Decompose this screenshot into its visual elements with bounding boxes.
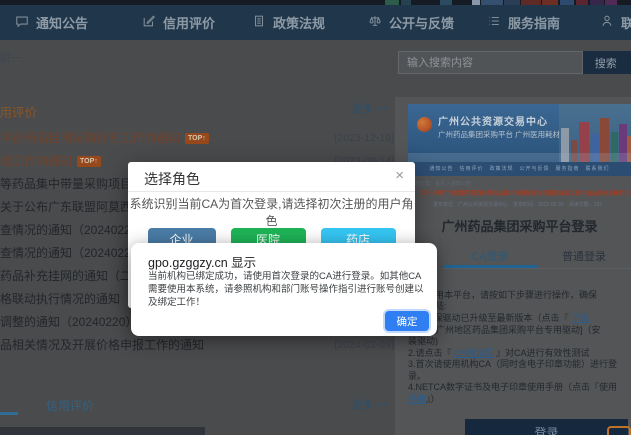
alert-confirm-button[interactable]: 确定 xyxy=(385,311,429,331)
nav-item-label: 公开与反馈 xyxy=(389,13,454,32)
alert-source: gpo.gzggzy.cn 显示 xyxy=(148,252,256,271)
alert-message: 当前机构已绑定成功，请使用首次登录的CA进行登录。如其他CA需要使用本系统，请参… xyxy=(148,270,430,309)
nav-item-label: 联系我们 xyxy=(621,13,631,32)
inline-link[interactable]: CA测试页 xyxy=(454,348,494,358)
list-item[interactable]: 品相关情况及开展价格申报工作的通知 [2024-02-09] xyxy=(0,334,396,357)
banner-breadcrumb: 当前位置：首页 > 通知公告 xyxy=(410,180,471,187)
notice-date: [2023-12-19] xyxy=(334,127,394,150)
notice-date: [2024-02-09] xyxy=(334,334,394,357)
edit-icon xyxy=(142,14,156,31)
notice-title: 调整的通知（20240220） xyxy=(0,315,137,329)
nav-item-policy[interactable]: 政策法规 xyxy=(252,5,325,40)
login-button[interactable]: 登录 xyxy=(465,419,628,435)
nav-item-notices[interactable]: 通知公告 xyxy=(15,5,88,40)
document-icon xyxy=(252,14,266,31)
skyline-graphic xyxy=(559,104,631,162)
login-welcome-text: 欢迎使用本平台，请按如下步骤进行操作，确保正常登陆: xyxy=(408,290,631,311)
nav-item-label: 通知公告 xyxy=(36,13,88,32)
nav-item-label: 政策法规 xyxy=(273,13,325,32)
notice-title: 药品补充挂网的通知（二） xyxy=(0,269,144,283)
notice-title: 动工作的通知 xyxy=(0,154,72,168)
inline-link[interactable]: 手册 xyxy=(408,394,426,404)
close-icon[interactable]: × xyxy=(395,167,404,184)
nav-item-feedback[interactable]: 公开与反馈 xyxy=(368,5,454,40)
nav-item-label: 信用评价 xyxy=(163,13,215,32)
login-instructions: 1.请确保驱动已升级至最新版本（点击『 下载选择[9.广州地区药品集团采购平台专… xyxy=(408,313,631,405)
banner-publish-info: 发布单位：广州公共资源交易中心 发布时间：2022-05-30 阅读次数：193 xyxy=(433,201,602,208)
modal-message: 系统识别当前CA为首次登录,请选择初次注册的用户角色 xyxy=(128,195,415,229)
nav-item-contact[interactable]: 联系我们 xyxy=(600,5,631,40)
notice-title: 品相关情况及开展价格申报工作的通知 xyxy=(0,338,204,352)
search-bar: 搜索 xyxy=(398,51,631,74)
notices-more-link[interactable]: 更多 >> xyxy=(352,101,388,116)
site-logo-icon xyxy=(417,117,432,132)
floating-corner-button[interactable] xyxy=(607,426,631,435)
scales-icon xyxy=(368,14,382,31)
banner-mini-navbar: 通知公告 信用评价 政策法规 公开与反馈 服务指南 联系我们 xyxy=(408,162,631,176)
list-item[interactable]: 平台药品挂网采购报名工作的通知 TOP↑ [2023-12-19] xyxy=(0,127,396,150)
clipped-list-item[interactable] xyxy=(0,427,205,435)
main-navbar: 通知公告 信用评价 政策法规 公开与反馈 服务指南 联系我们 xyxy=(0,5,631,40)
list-icon xyxy=(487,14,501,31)
notice-title: 平台药品挂网采购报名工作的通知 xyxy=(0,131,180,145)
tab-ca-login[interactable]: CA登录 xyxy=(443,248,537,268)
notice-section-title: 信用评价 xyxy=(0,102,37,121)
login-tabs: CA登录 普通登录 xyxy=(443,248,631,269)
login-title: 广州药品集团采购平台登录 xyxy=(408,216,631,235)
nav-item-credit[interactable]: 信用评价 xyxy=(142,5,215,40)
notice-title: 查情况的通知（20240227批 xyxy=(0,246,149,260)
separator: | xyxy=(104,397,107,411)
banner-notice-title[interactable]: 关于开展广东联盟阿莫西林等药品集中带量采购协议期满接续工作中选品种信息维护工作的… xyxy=(421,189,631,197)
person-icon xyxy=(600,14,614,31)
banner-org-title: 广州公共资源交易中心 xyxy=(438,113,548,128)
inline-link[interactable]: 下载 xyxy=(571,313,589,323)
browser-alert-dialog: gpo.gzggzy.cn 显示 当前机构已绑定成功，请使用首次登录的CA进行登… xyxy=(131,243,437,336)
search-button[interactable]: 搜索 xyxy=(583,51,631,74)
tab-normal-login[interactable]: 普通登录 xyxy=(537,248,631,268)
search-input[interactable] xyxy=(398,51,583,74)
credit-more-link[interactable]: 更多 >> xyxy=(352,397,388,412)
separator: | xyxy=(30,397,33,411)
modal-title: 选择角色 xyxy=(144,169,200,189)
chat-bubble-icon xyxy=(15,14,29,31)
notice-title: 查情况的通知（20240229批 xyxy=(0,223,149,237)
top-badge: TOP↑ xyxy=(185,133,209,144)
weekday-label: 星期一 xyxy=(0,49,22,66)
site-banner: 广州公共资源交易中心 广州药品集团采购平台 广州医用耗材采购交易平台 xyxy=(408,104,631,162)
nav-item-label: 服务指南 xyxy=(508,13,560,32)
nav-item-guide[interactable]: 服务指南 xyxy=(487,5,560,40)
screen: 通知公告 信用评价 政策法规 公开与反馈 服务指南 联系我们 星期一 搜索 信用… xyxy=(0,0,631,435)
top-badge: TOP↑ xyxy=(77,156,101,167)
active-tab-underline xyxy=(0,412,18,415)
modal-header: 选择角色 × xyxy=(128,162,415,192)
credit-section-tab[interactable]: 信用评价 xyxy=(46,397,94,414)
